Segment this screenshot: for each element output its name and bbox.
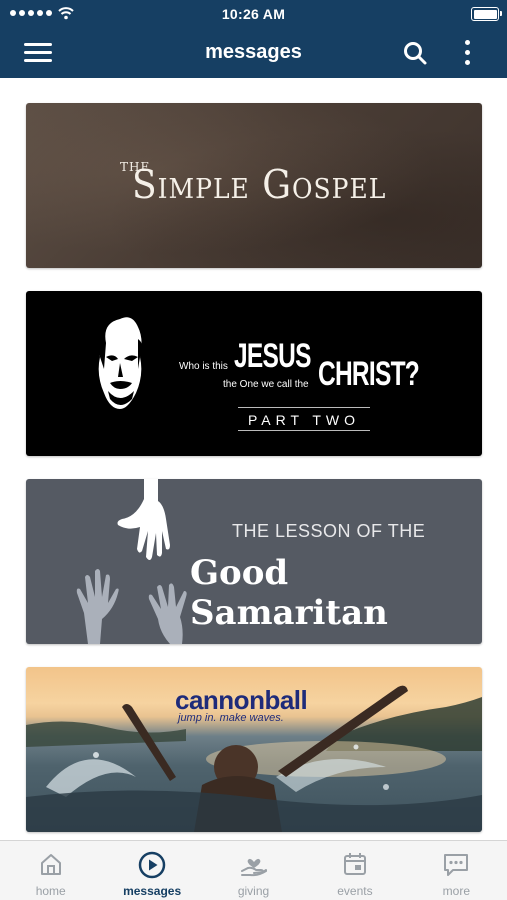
card-title: Simple Gospel [132, 162, 387, 209]
tab-label: events [337, 884, 373, 898]
jesus-face-illustration [98, 317, 143, 409]
tab-label: giving [237, 884, 270, 898]
tab-label: home [35, 884, 66, 898]
tab-home[interactable]: home [0, 841, 101, 900]
card-line2-main: CHRIST? [318, 355, 420, 393]
series-card-good-samaritan[interactable]: THE LESSON OF THE Good Samaritan [26, 479, 482, 644]
card-line1-prefix: Who is this [179, 361, 228, 372]
card-kicker: THE LESSON OF THE [232, 521, 426, 541]
calendar-icon [343, 853, 366, 875]
app-header: messages [0, 28, 507, 78]
home-icon [40, 854, 61, 875]
tab-giving[interactable]: giving [203, 841, 304, 900]
bottom-tab-bar: home messages giving events more [0, 840, 507, 900]
messages-list: THE Simple Gospel Who is this JESUS the … [0, 78, 507, 840]
status-bar: 10:26 AM [0, 0, 507, 28]
card-title: Good Samaritan [190, 553, 388, 633]
card-subtitle: PART TWO [238, 407, 370, 431]
card-line2-prefix: the One we call the [223, 379, 309, 390]
series-card-simple-gospel[interactable]: THE Simple Gospel [26, 103, 482, 268]
tab-label: messages [123, 884, 182, 898]
tab-events[interactable]: events [304, 841, 405, 900]
status-time: 10:26 AM [221, 6, 286, 22]
more-vertical-icon[interactable] [462, 39, 474, 67]
tab-label: more [442, 884, 470, 898]
battery-icon [471, 7, 502, 21]
play-circle-icon [138, 851, 166, 879]
tab-messages[interactable]: messages [101, 841, 202, 900]
search-icon[interactable] [402, 40, 428, 66]
card-line1-main: JESUS [234, 337, 311, 375]
chat-more-icon [444, 854, 469, 876]
page-title: messages [205, 41, 302, 63]
tab-more[interactable]: more [406, 841, 507, 900]
series-card-cannonball[interactable]: cannonball jump in. make waves. [26, 667, 482, 832]
series-card-jesus-christ[interactable]: Who is this JESUS the One we call the CH… [26, 291, 482, 456]
card-tagline: jump in. make waves. [178, 712, 284, 724]
hand-heart-icon [240, 858, 267, 877]
